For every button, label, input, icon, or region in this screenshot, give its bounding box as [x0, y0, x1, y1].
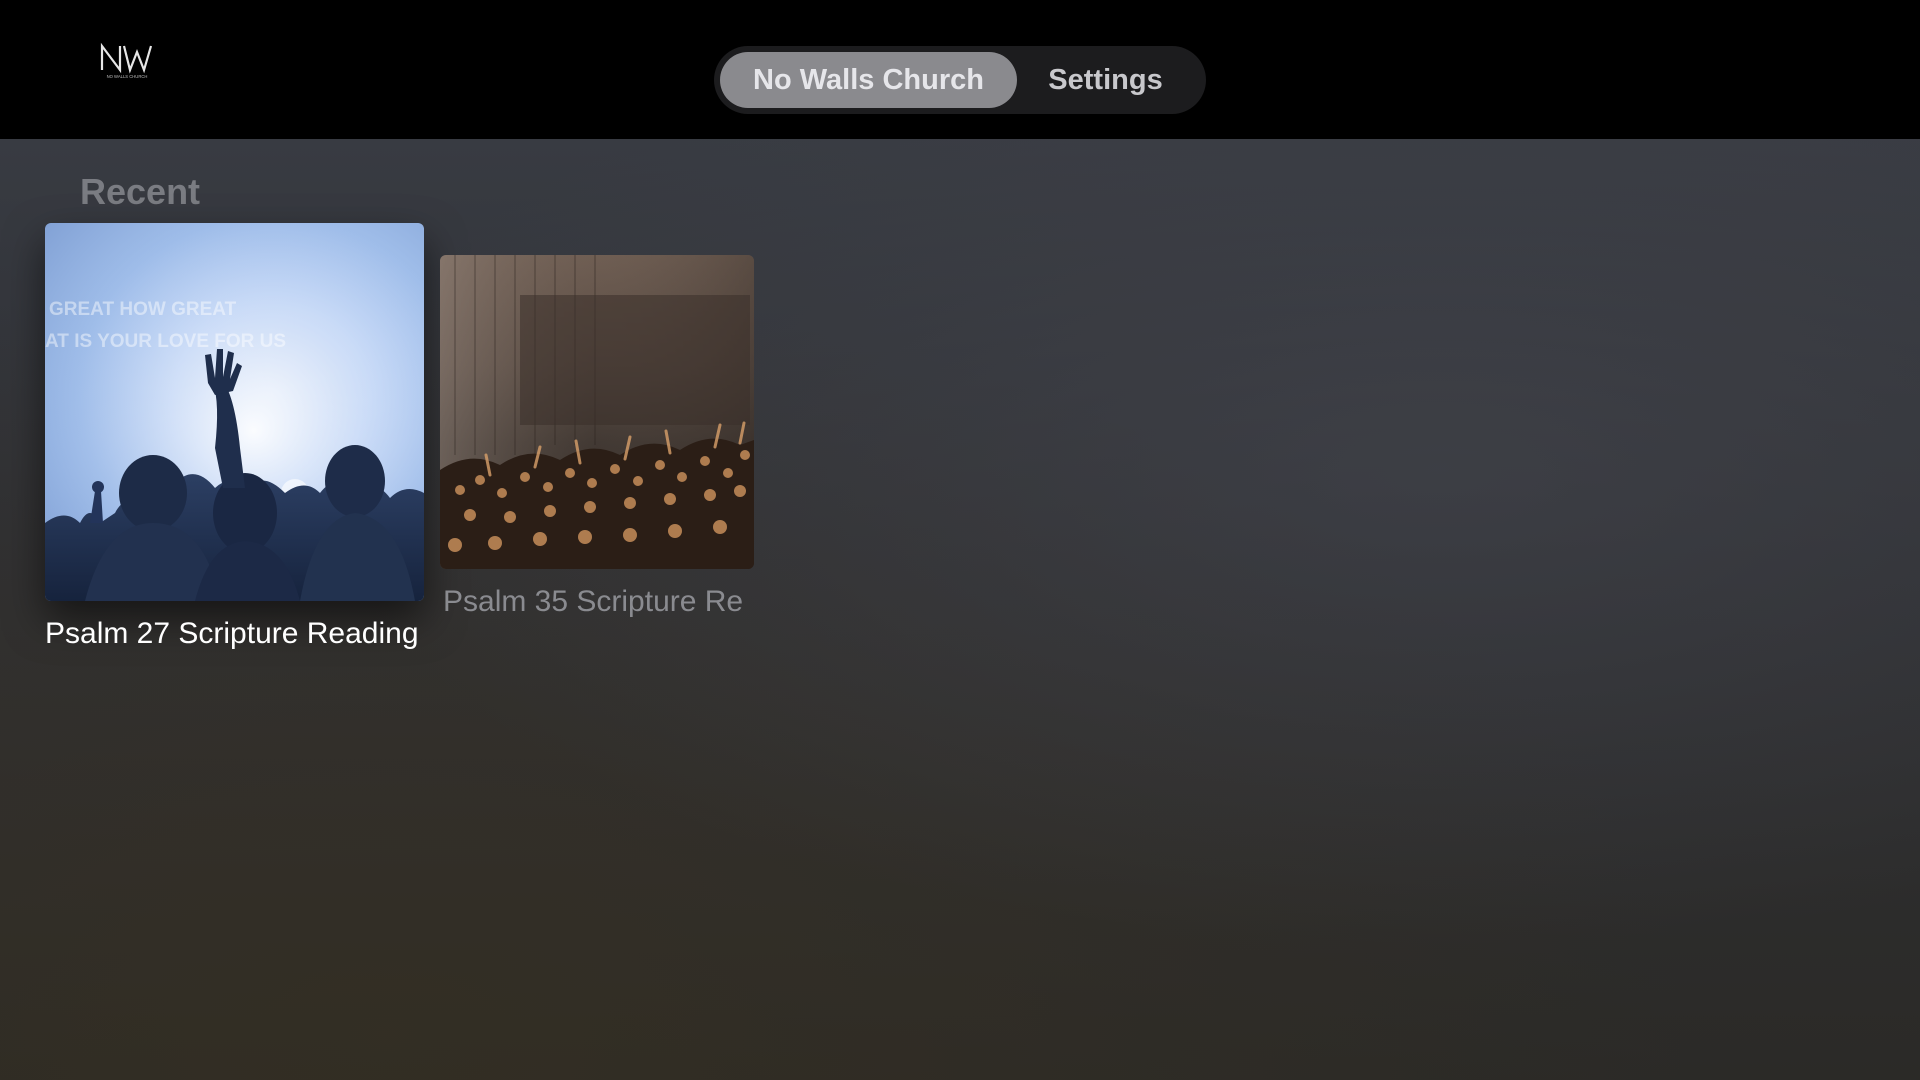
main-content: Recent GREAT HOW GREAT AT IS YOUR LOVE F… [0, 139, 1920, 1080]
logo-subtext: NO WALLS CHURCH [107, 74, 148, 79]
video-card-psalm-35[interactable] [440, 255, 754, 569]
screen-lyrics-line-2: AT IS YOUR LOVE FOR US [45, 331, 286, 352]
video-card-title: Psalm 27 Scripture Reading [45, 617, 419, 650]
church-logo: NO WALLS CHURCH [100, 40, 154, 80]
tab-settings[interactable]: Settings [1017, 52, 1194, 108]
thumbnail-worship-image: GREAT HOW GREAT AT IS YOUR LOVE FOR US [45, 223, 424, 601]
screen-lyrics-line-1: GREAT HOW GREAT [49, 299, 237, 320]
video-card-title: Psalm 35 Scripture Re [443, 585, 744, 618]
tab-no-walls-church[interactable]: No Walls Church [720, 52, 1017, 108]
video-card-psalm-27[interactable]: GREAT HOW GREAT AT IS YOUR LOVE FOR US [45, 223, 424, 601]
section-title-recent: Recent [80, 171, 201, 212]
tvos-app-screen: NO WALLS CHURCH No Walls Church Settings… [0, 0, 1920, 1080]
thumbnail-crowd-image [440, 255, 754, 569]
tab-bar: No Walls Church Settings [714, 46, 1206, 114]
top-bar: NO WALLS CHURCH No Walls Church Settings [0, 0, 1920, 139]
